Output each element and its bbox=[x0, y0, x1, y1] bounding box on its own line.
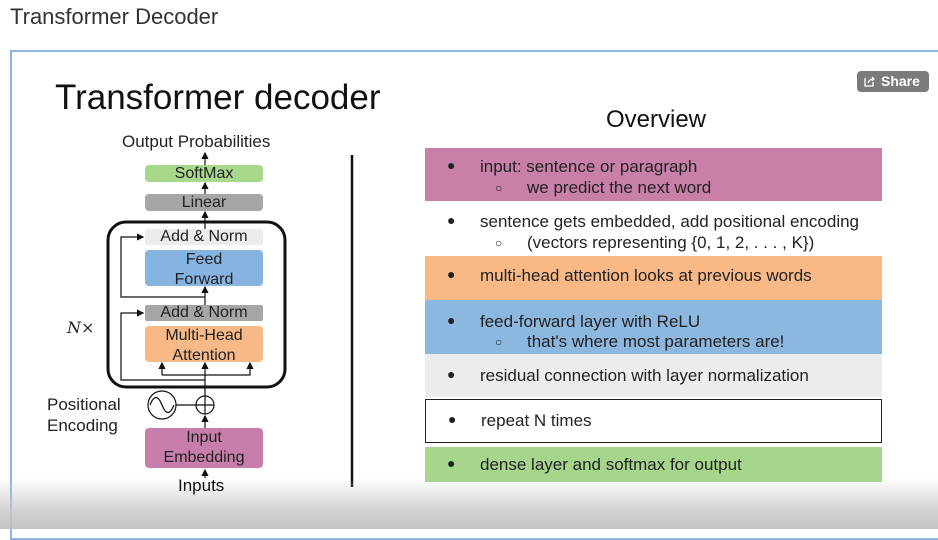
bullet-icon: ● bbox=[447, 455, 456, 471]
repeat-n-label: N× bbox=[67, 318, 95, 337]
mha-label-1: Multi-Head bbox=[165, 327, 243, 344]
feed-label: Feed bbox=[185, 251, 223, 268]
output-probabilities-label: Output Probabilities bbox=[122, 132, 271, 151]
linear-box: Linear bbox=[145, 194, 263, 211]
row-subtext: we predict the next word bbox=[527, 178, 712, 197]
overview-row: ● feed-forward layer with ReLU ○ that's wh… bbox=[425, 300, 882, 354]
add-norm-bottom-box: Add & Norm bbox=[145, 305, 263, 321]
multi-head-attention-box: Multi-Head Attention bbox=[145, 326, 263, 364]
row-text: repeat N times bbox=[481, 411, 592, 430]
input-embedding-box: Input Embedding bbox=[145, 428, 263, 468]
overview-row: ● dense layer and softmax for output bbox=[425, 447, 882, 482]
feed-forward-box: Feed Forward bbox=[145, 250, 263, 288]
row-text: residual connection with layer normaliza… bbox=[480, 366, 809, 385]
sub-bullet-icon: ○ bbox=[495, 236, 503, 250]
row-text: feed-forward layer with ReLU bbox=[480, 312, 701, 331]
bullet-icon: ● bbox=[447, 157, 456, 173]
overview-row: ● sentence gets embedded, add positional … bbox=[425, 201, 882, 256]
bullet-icon: ● bbox=[447, 366, 456, 382]
overview-title: Overview bbox=[605, 106, 707, 133]
bullet-icon: ● bbox=[447, 266, 456, 282]
add-norm-top-box: Add & Norm bbox=[145, 229, 263, 245]
emb-label-1: Input bbox=[186, 429, 222, 446]
bullet-icon: ● bbox=[447, 312, 456, 328]
bullet-icon: ● bbox=[448, 411, 457, 427]
positional-label: Positional bbox=[47, 395, 121, 414]
row-text: sentence gets embedded, add positional e… bbox=[480, 212, 860, 231]
sub-bullet-icon: ○ bbox=[495, 181, 503, 195]
video-controls-fade bbox=[0, 478, 938, 529]
mha-label-2: Attention bbox=[172, 347, 236, 364]
sub-bullet-icon: ○ bbox=[495, 335, 503, 349]
overview-row: ● repeat N times bbox=[425, 399, 882, 443]
overview-row: ● multi-head attention looks at previous … bbox=[425, 256, 882, 300]
row-subtext: (vectors representing {0, 1, 2, . . . , … bbox=[527, 233, 815, 252]
inputs-label: Inputs bbox=[178, 476, 225, 495]
overview-row: ● input: sentence or paragraph ○ we predic… bbox=[425, 148, 882, 201]
bullet-icon: ● bbox=[447, 212, 456, 228]
overview-row: ● residual connection with layer normaliz… bbox=[425, 354, 882, 397]
row-subtext: that's where most parameters are! bbox=[527, 332, 785, 351]
emb-label-2: Embedding bbox=[163, 449, 245, 466]
softmax-box: SoftMax bbox=[145, 165, 263, 182]
row-text: input: sentence or paragraph bbox=[480, 157, 698, 176]
forward-label: Forward bbox=[174, 271, 234, 288]
row-text: multi-head attention looks at previous w… bbox=[480, 266, 812, 285]
encoding-label: Encoding bbox=[47, 416, 118, 435]
row-text: dense layer and softmax for output bbox=[480, 455, 742, 474]
